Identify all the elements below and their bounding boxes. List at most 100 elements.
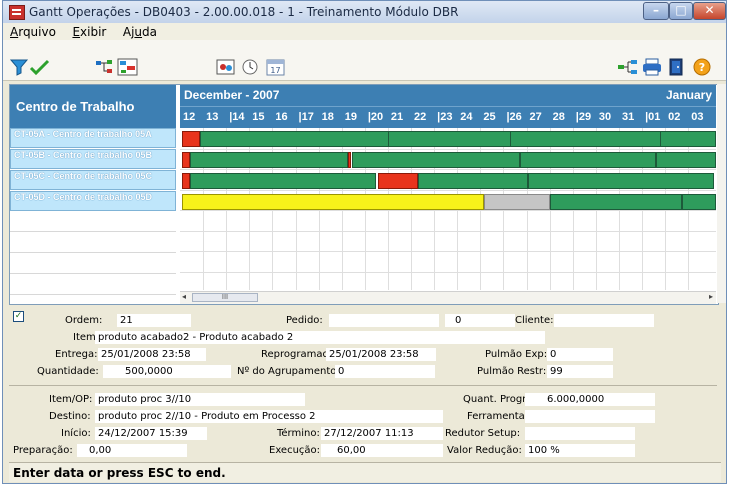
pedido-field[interactable]: 0	[445, 314, 515, 327]
pulmao-exp-field[interactable]: 0	[547, 348, 613, 361]
quantidade-field[interactable]: 500,0000	[103, 365, 231, 378]
day-label: |14	[229, 111, 245, 123]
gantt-chart: Centro de Trabalho CT-05A - Centro de tr…	[9, 84, 719, 305]
pedido-label: Pedido:	[286, 315, 323, 326]
gantt-row-label[interactable]: CT-05D - Centro de trabalho 05D	[10, 191, 176, 211]
calendar-17-icon[interactable]: 17	[265, 58, 287, 76]
menu-arquivo[interactable]: Arquivo	[3, 23, 62, 39]
operation-bar[interactable]	[656, 152, 716, 168]
tree-icon[interactable]	[617, 58, 639, 76]
pulmao-restr-field[interactable]: 99	[547, 365, 613, 378]
operation-bar[interactable]	[682, 194, 716, 210]
valor-reducao-label: Valor Redução:	[447, 445, 522, 456]
operation-bar[interactable]	[528, 173, 714, 189]
day-label: |26	[506, 111, 522, 123]
ordem-field[interactable]: 21	[117, 314, 191, 327]
day-label: 30	[598, 111, 612, 123]
execucao-label: Execução:	[269, 445, 321, 456]
status-bar: Enter data or press ESC to end.	[9, 462, 721, 482]
empty-row	[10, 253, 176, 274]
day-label: 21	[390, 111, 404, 123]
entrega-field[interactable]: 25/01/2008 23:58	[98, 348, 206, 361]
day-label: 18	[321, 111, 334, 123]
grid-chart-icon[interactable]	[117, 58, 139, 76]
help-icon[interactable]: ?	[691, 58, 713, 76]
redutor-setup-field[interactable]	[525, 427, 635, 440]
menu-ajuda[interactable]: Ajuda	[116, 23, 163, 39]
check-icon[interactable]	[29, 58, 51, 76]
day-label: 25	[483, 111, 496, 123]
inicio-label: Início:	[61, 428, 91, 439]
menu-bar: Arquivo Exibir Ajuda	[3, 23, 726, 40]
scroll-left-icon[interactable]: ◂	[182, 292, 186, 301]
month-label: January	[665, 88, 712, 102]
day-label: |29	[575, 111, 592, 123]
execucao-field[interactable]: 60,00	[321, 444, 443, 457]
operation-bar[interactable]	[182, 152, 190, 168]
svg-text:17: 17	[270, 66, 280, 75]
timeline-header: December - 2007 January 12 13 |14 15 16 |17 18…	[180, 85, 716, 128]
maximize-button[interactable]: □	[669, 2, 693, 20]
operation-bar[interactable]	[520, 152, 656, 168]
operation-bar[interactable]	[352, 152, 520, 168]
vertical-scrollbar[interactable]	[717, 84, 726, 303]
close-button[interactable]: ✕	[693, 2, 726, 20]
destino-field[interactable]: produto proc 2//10 - Produto em Processo…	[95, 410, 443, 423]
cliente-field[interactable]	[554, 314, 654, 327]
preparacao-field[interactable]: 0,00	[77, 444, 187, 457]
exit-door-icon[interactable]	[665, 58, 687, 76]
day-label: 03	[691, 111, 704, 123]
horizontal-scrollbar[interactable]: ◂ III ▸	[180, 291, 716, 304]
gantt-row-label[interactable]: CT-05B - Centro de trabalho 05B	[10, 149, 176, 169]
day-label: 13	[206, 111, 219, 123]
day-label: 15	[252, 111, 265, 123]
printer-icon[interactable]	[641, 58, 663, 76]
operation-bar[interactable]	[190, 152, 348, 168]
operation-bar[interactable]	[348, 152, 351, 168]
empty-row	[10, 211, 176, 232]
pulmao-restr-label: Pulmão Restr:	[477, 366, 547, 377]
select-checkbox[interactable]: ✓	[13, 311, 24, 322]
ordem-label: Ordem:	[65, 315, 103, 326]
clock-icon[interactable]	[239, 58, 261, 76]
item-field[interactable]: produto acabado2 - Produto acabado 2	[95, 331, 545, 344]
gantt-row-label[interactable]: CT-05A - Centro de trabalho 05A	[10, 128, 176, 148]
operation-bar[interactable]	[182, 131, 200, 147]
gantt-row-label[interactable]: CT-05C - Centro de trabalho 05C	[10, 170, 176, 190]
quant-progr-field[interactable]: 6.000,0000	[525, 393, 655, 406]
operation-bar[interactable]	[190, 173, 376, 189]
termino-label: Término:	[277, 428, 320, 439]
filter-icon[interactable]	[9, 58, 31, 76]
valor-reducao-field[interactable]: 100 %	[525, 444, 635, 457]
operation-bar[interactable]	[484, 194, 550, 210]
operation-bar[interactable]	[418, 173, 528, 189]
reprogramada-field[interactable]: 25/01/2008 23:58	[326, 348, 436, 361]
svg-text:?: ?	[699, 61, 705, 74]
scroll-right-icon[interactable]: ▸	[709, 292, 713, 301]
operation-bar[interactable]	[182, 194, 484, 210]
day-label: 19	[344, 111, 357, 123]
empty-row	[10, 232, 176, 253]
gantt-grid[interactable]	[180, 128, 716, 290]
calendar-people-icon[interactable]	[215, 58, 237, 76]
termino-field[interactable]: 27/12/2007 11:13	[321, 427, 443, 440]
day-label: |23	[437, 111, 453, 123]
day-label: 12	[183, 111, 196, 123]
day-scale: 12 13 |14 15 16 |17 18 19 |20 21 22 |23 24 25 |26 27 28 |…	[180, 106, 716, 129]
inicio-field[interactable]: 24/12/2007 15:39	[95, 427, 207, 440]
item-op-label: Item/OP:	[49, 394, 93, 405]
month-label: December - 2007	[184, 88, 280, 102]
minimize-button[interactable]: –	[643, 2, 669, 20]
network-icon[interactable]	[95, 58, 117, 76]
ferramenta-field[interactable]	[525, 410, 655, 423]
menu-exibir[interactable]: Exibir	[65, 23, 112, 39]
scroll-thumb[interactable]: III	[192, 293, 258, 302]
operation-bar[interactable]	[378, 173, 418, 189]
day-label: |01	[645, 111, 661, 123]
operation-bar[interactable]	[550, 194, 682, 210]
operation-bar[interactable]	[200, 131, 406, 147]
agrupamento-field[interactable]: 0	[335, 365, 435, 378]
operation-bar[interactable]	[182, 173, 190, 189]
operation-bar[interactable]	[660, 131, 716, 147]
item-op-field[interactable]: produto proc 3//10	[95, 393, 305, 406]
